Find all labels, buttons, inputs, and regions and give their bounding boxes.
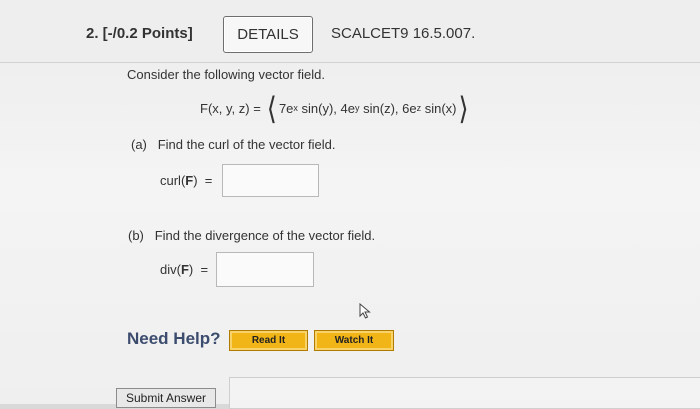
formula-c3-rest: sin(x) (421, 100, 457, 116)
curl-label-post: ) = (193, 173, 213, 188)
div-label-pre: div( (160, 262, 181, 277)
part-a-prompt: (a) Find the curl of the vector field. (131, 137, 336, 152)
course-code: SCALCET9 16.5.007. (331, 25, 476, 42)
curl-answer-input[interactable] (222, 164, 319, 197)
divergence-answer-input[interactable] (216, 252, 314, 287)
question-number-points: 2. [-/0.2 Points] (86, 25, 193, 42)
part-b-prompt: (b) Find the divergence of the vector fi… (128, 228, 376, 243)
div-label-post: ) = (188, 262, 209, 277)
mouse-pointer-icon (359, 303, 371, 319)
details-button[interactable]: DETAILS (223, 16, 313, 53)
watch-it-button[interactable]: Watch It (314, 330, 394, 351)
formula-c2-rest: sin(z), (359, 100, 403, 116)
curl-label-pre: curl( (160, 173, 186, 188)
submit-answer-button[interactable]: Submit Answer (116, 388, 216, 408)
page: 2. [-/0.2 Points] DETAILS SCALCET9 16.5.… (0, 0, 700, 409)
formula-open-bracket: ⟨ (266, 90, 277, 126)
question-header: 2. [-/0.2 Points] DETAILS SCALCET9 16.5.… (0, 0, 700, 63)
formula-c3-coef: 6e (402, 100, 417, 116)
formula-c1-coef: 7e (278, 100, 294, 116)
vector-field-formula: F(x, y, z) = ⟨ 7e x sin(y), 4e y sin(z), 6… (200, 90, 471, 126)
need-help-label: Need Help? (127, 329, 221, 348)
formula-close-bracket: ⟩ (458, 90, 469, 126)
div-label-F: F (180, 262, 189, 277)
formula-c1-rest: sin(y), (297, 100, 341, 116)
formula-lhs: F(x, y, z) = (200, 100, 261, 116)
curl-label: curl(F) = (160, 173, 212, 188)
problem-intro: Consider the following vector field. (127, 67, 325, 82)
formula-c2-coef: 4e (340, 100, 356, 116)
read-it-button[interactable]: Read It (229, 330, 308, 351)
bottom-panel (229, 377, 700, 409)
div-label: div(F) = (160, 262, 208, 277)
